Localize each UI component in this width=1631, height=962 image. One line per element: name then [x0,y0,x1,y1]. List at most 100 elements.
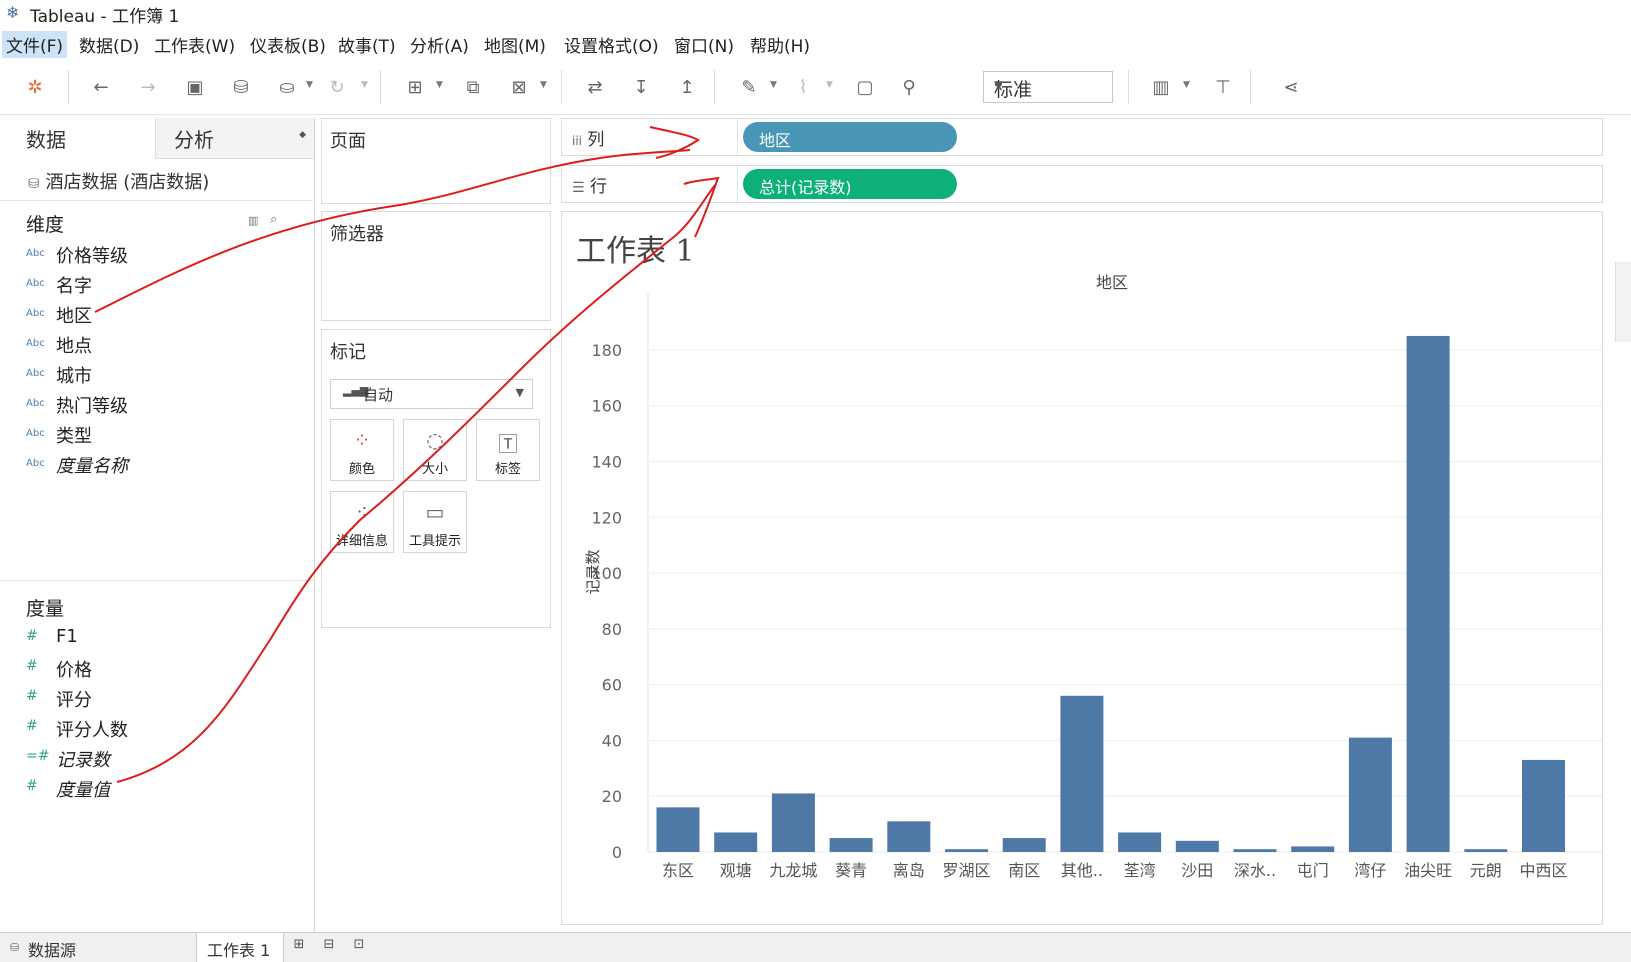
detail-button[interactable]: ⁖ 详细信息 [330,491,394,553]
database-icon: ⛁ [10,941,20,954]
tableau-home-icon[interactable]: ✲ [20,72,50,102]
new-sheet-icon[interactable]: ⊞ [288,937,310,957]
clear-sheet-icon[interactable]: ⊠ [504,72,534,102]
show-me-icon[interactable]: ▥ [1146,72,1176,102]
duplicate-sheet-icon[interactable]: ⧉ [458,72,488,102]
label-button[interactable]: 🅃 标签 [476,419,540,481]
group-paperclip-icon[interactable]: ⌇ [788,72,818,102]
sort-ascending-icon[interactable]: ↧ [626,72,656,102]
menu-worksheet[interactable]: 工作表(W) [150,31,239,58]
menu-file[interactable]: 文件(F) [2,31,68,58]
fit-select[interactable]: 标准 ▼ [983,71,1113,103]
mark-type-select[interactable]: ▂▄▆ 自动 ▼ [330,379,533,409]
y-tick-label: 160 [591,397,622,416]
rows-pill[interactable]: 总计(记录数) [743,169,957,199]
forward-icon[interactable]: → [133,72,163,102]
search-icon[interactable]: ⌕ [270,212,277,227]
bar [1002,838,1046,852]
y-tick-label: 120 [591,508,622,527]
color-button[interactable]: ⁘ 颜色 [330,419,394,481]
tooltip-button[interactable]: ▭ 工具提示 [403,491,467,553]
menu-dashboard[interactable]: 仪表板(B) [246,31,330,58]
worksheet-view: 工作表 1 地区 0 20 40 60 80 100 120 140 160 180 记录数 东区 观塘九… [561,211,1603,925]
menu-map[interactable]: 地图(M) [480,31,550,58]
chevron-down-icon[interactable]: ▼ [361,80,368,90]
x-tick-label: 葵青 [835,861,867,880]
menu-story[interactable]: 故事(T) [334,31,400,58]
y-tick-label: 0 [612,843,622,862]
tooltip-label: 工具提示 [408,534,461,549]
size-button[interactable]: ◌ 大小 [403,419,467,481]
back-icon[interactable]: ← [86,72,116,102]
bar [829,838,873,852]
rows-shelf[interactable]: ☰ 行 总计(记录数) [561,165,1603,203]
datasource-item[interactable]: ⛁ 酒店数据 (酒店数据) [28,168,209,194]
field-label: 城市 [56,366,92,387]
x-tick-label: 油尖旺 [1404,861,1452,880]
bar [945,849,988,852]
chevron-down-icon[interactable]: ▼ [306,80,313,90]
view-toggle-icon[interactable]: ▥ [248,214,258,227]
rows-shelf-label: ☰ 行 [572,172,607,197]
chevron-down-icon[interactable]: ▼ [1183,80,1190,90]
number-type-icon: # [26,688,38,704]
tab-data[interactable]: 数据 [0,118,154,158]
string-type-icon: Abc [26,398,45,409]
menu-help[interactable]: 帮助(H) [746,31,814,58]
color-label: 颜色 [348,462,375,477]
tab-analysis-label: 分析 [174,128,214,152]
new-datasource-icon[interactable]: ⛁ [226,72,256,102]
chevron-down-icon[interactable]: ▼ [436,80,443,90]
bar [1060,695,1104,852]
new-story-icon[interactable]: ⊡ [348,937,370,957]
x-tick-label: 屯门 [1297,861,1329,880]
chevron-down-icon[interactable]: ▼ [540,80,547,90]
pin-icon[interactable]: ⚲ [894,72,924,102]
menu-window[interactable]: 窗口(N) [670,31,738,58]
x-tick-label: 荃湾 [1124,861,1156,880]
sort-descending-icon[interactable]: ↥ [672,72,702,102]
bar [1118,832,1162,852]
presentation-icon[interactable]: ⊤ [1208,72,1238,102]
field-label: 价格等级 [56,246,128,267]
bar [656,807,700,852]
size-label: 大小 [421,462,448,477]
x-tick-label: 中西区 [1519,861,1567,880]
pause-updates-icon[interactable]: ⛀ [272,72,302,102]
y-tick-label: 40 [602,731,622,750]
string-type-icon: Abc [26,428,45,439]
swap-axes-icon[interactable]: ⇄ [580,72,610,102]
sheet-tab[interactable]: 工作表 1 [196,933,284,962]
number-type-icon: # [26,658,38,674]
highlight-icon[interactable]: ✎ [734,72,764,102]
share-icon[interactable]: ⋖ [1276,72,1306,102]
refresh-icon[interactable]: ↻ [322,72,352,102]
pages-card[interactable]: 页面 [321,118,551,204]
datasource-tab[interactable]: 数据源 [28,937,76,961]
chevron-down-icon[interactable]: ▼ [826,80,833,90]
divider [0,200,313,201]
y-axis-label: 记录数 [584,549,602,594]
columns-pill[interactable]: 地区 [743,122,957,152]
filters-card[interactable]: 筛选器 [321,211,551,321]
x-tick-label: 深水.. [1234,861,1276,880]
save-icon[interactable]: ▣ [180,72,210,102]
dimensions-header: 维度 [26,214,65,236]
menu-format[interactable]: 设置格式(O) [560,31,663,58]
scrollbar[interactable] [1615,262,1631,342]
new-worksheet-icon[interactable]: ⊞ [400,72,430,102]
bar [1464,849,1508,852]
menu-analysis[interactable]: 分析(A) [406,31,473,58]
x-tick-label: 罗湖区 [942,861,990,880]
chevron-down-icon[interactable]: ▼ [770,80,777,90]
bar [714,832,758,852]
new-dashboard-icon[interactable]: ⊟ [318,937,340,957]
field-label: 类型 [56,426,92,447]
tab-analysis[interactable]: 分析 ◆ [155,118,314,159]
menu-data[interactable]: 数据(D) [75,31,143,58]
field-label: 价格 [56,660,92,681]
show-labels-icon[interactable]: ▢ [850,72,880,102]
columns-shelf[interactable]: iii 列 地区 [561,118,1603,156]
chevron-down-icon: ▼ [515,386,524,399]
field-label: 评分人数 [56,720,128,741]
